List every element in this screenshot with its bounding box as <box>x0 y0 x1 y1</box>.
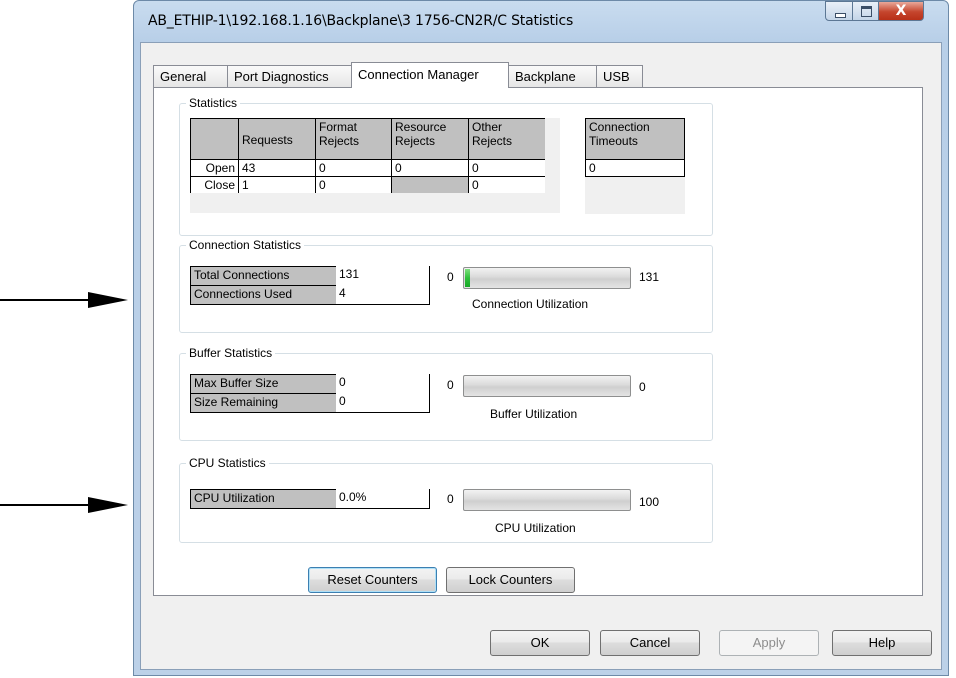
total-connections-value: 131 <box>336 266 430 286</box>
connection-statistics-title: Connection Statistics <box>186 238 305 252</box>
cpu-utilization-label: CPU Utilization <box>190 489 337 509</box>
max-buffer-size-value: 0 <box>336 374 430 394</box>
dialog-client-area: General Port Diagnostics Connection Mana… <box>140 42 942 670</box>
cancel-button[interactable]: Cancel <box>600 630 700 656</box>
cpu-bar-max: 100 <box>639 495 660 509</box>
lock-counters-button[interactable]: Lock Counters <box>446 567 575 593</box>
total-connections-label: Total Connections <box>190 266 337 286</box>
cell-close-other-rejects: 0 <box>468 176 546 194</box>
connection-manager-page: Statistics Requests Format Rejects Resou… <box>153 87 923 596</box>
cell-open-requests: 43 <box>238 159 316 177</box>
buffer-bar-max: 0 <box>639 380 646 394</box>
ok-button[interactable]: OK <box>490 630 590 656</box>
size-remaining-label: Size Remaining <box>190 393 337 413</box>
cpu-statistics-title: CPU Statistics <box>186 456 269 470</box>
tab-usb[interactable]: USB <box>596 65 643 87</box>
grid-spare-area <box>190 193 560 213</box>
connection-utilization-caption: Connection Utilization <box>472 297 589 311</box>
cell-connection-timeouts: 0 <box>585 159 685 177</box>
tab-general[interactable]: General <box>153 65 228 87</box>
cpu-utilization-value: 0.0% <box>336 489 430 509</box>
cpu-utilization-bar <box>463 489 631 511</box>
minimize-button[interactable] <box>825 1 853 21</box>
header-requests: Requests <box>238 118 316 160</box>
tab-port-diagnostics[interactable]: Port Diagnostics <box>227 65 353 87</box>
buffer-statistics-group: Buffer Statistics Max Buffer Size 0 Size… <box>179 346 713 441</box>
close-icon: X <box>895 3 907 19</box>
buffer-bar-min: 0 <box>447 378 454 392</box>
grid-spare-column <box>545 118 560 194</box>
close-button[interactable]: X <box>878 1 924 21</box>
size-remaining-value: 0 <box>336 393 430 413</box>
header-format-rejects: Format Rejects <box>315 118 392 160</box>
grid-corner-cell <box>190 118 239 160</box>
cell-close-requests: 1 <box>238 176 316 194</box>
header-connection-timeouts: Connection Timeouts <box>585 118 685 160</box>
cpu-statistics-group: CPU Statistics CPU Utilization 0.0% 0 10… <box>179 456 713 543</box>
statistics-dialog: AB_ETHIP-1\192.168.1.16\Backplane\3 1756… <box>133 0 949 676</box>
buffer-utilization-caption: Buffer Utilization <box>490 407 578 421</box>
header-other-rejects: Other Rejects <box>468 118 546 160</box>
connection-utilization-bar <box>463 267 631 289</box>
cpu-utilization-caption: CPU Utilization <box>495 521 576 535</box>
row-label-open: Open <box>190 159 239 177</box>
tab-backplane[interactable]: Backplane <box>508 65 597 87</box>
cell-open-resource-rejects: 0 <box>391 159 469 177</box>
cell-open-other-rejects: 0 <box>468 159 546 177</box>
connection-bar-min: 0 <box>447 270 454 284</box>
buffer-statistics-title: Buffer Statistics <box>186 346 276 360</box>
statistics-group-title: Statistics <box>186 96 241 110</box>
connections-used-label: Connections Used <box>190 285 337 305</box>
cell-close-resource-rejects <box>391 176 469 194</box>
row-label-close: Close <box>190 176 239 194</box>
apply-button[interactable]: Apply <box>719 630 819 656</box>
statistics-group: Statistics Requests Format Rejects Resou… <box>179 96 713 236</box>
annotation-arrow-cpu <box>0 497 128 513</box>
window-title: AB_ETHIP-1\192.168.1.16\Backplane\3 1756… <box>148 13 574 29</box>
max-buffer-size-label: Max Buffer Size <box>190 374 337 394</box>
connections-used-value: 4 <box>336 285 430 305</box>
connection-utilization-fill <box>465 269 470 287</box>
buffer-utilization-bar <box>463 375 631 397</box>
reset-counters-button[interactable]: Reset Counters <box>308 567 437 593</box>
maximize-button[interactable] <box>852 1 879 21</box>
help-button[interactable]: Help <box>832 630 932 656</box>
annotation-arrow-connections <box>0 292 128 308</box>
cell-close-format-rejects: 0 <box>315 176 392 194</box>
cpu-bar-min: 0 <box>447 492 454 506</box>
connection-bar-max: 131 <box>639 270 660 284</box>
cell-open-format-rejects: 0 <box>315 159 392 177</box>
tab-connection-manager[interactable]: Connection Manager <box>351 62 509 88</box>
connection-statistics-group: Connection Statistics Total Connections … <box>179 238 713 333</box>
header-resource-rejects: Resource Rejects <box>391 118 469 160</box>
